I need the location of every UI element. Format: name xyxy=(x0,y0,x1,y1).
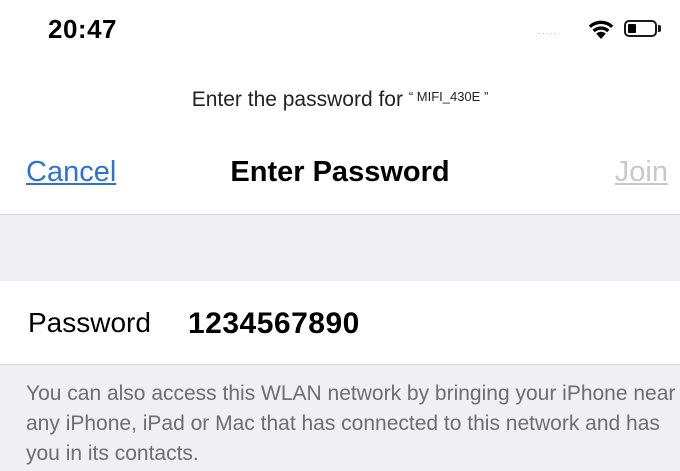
join-button[interactable]: Join xyxy=(615,156,668,189)
battery-level xyxy=(628,24,636,33)
cancel-button[interactable]: Cancel xyxy=(26,156,116,189)
footer-section: You can also access this WLAN network by… xyxy=(0,365,680,471)
prompt-text: Enter the password for xyxy=(191,88,409,111)
section-spacer xyxy=(0,215,680,281)
footer-note: You can also access this WLAN network by… xyxy=(26,382,676,465)
navigation-bar: Enter Password Cancel Join xyxy=(0,140,680,215)
password-field[interactable] xyxy=(188,307,648,341)
password-prompt: Enter the password for “ MIFI_430E ” xyxy=(0,88,680,112)
cellular-signal-icon: ..... xyxy=(538,26,557,37)
password-label: Password xyxy=(28,307,151,338)
battery-icon xyxy=(624,20,657,37)
wifi-icon xyxy=(587,18,615,45)
status-bar: 20:47 ..... xyxy=(0,0,680,60)
status-time: 20:47 xyxy=(48,14,117,44)
password-row[interactable]: Password xyxy=(0,281,680,365)
battery-cap xyxy=(658,25,661,32)
network-name: “ MIFI_430E ” xyxy=(408,89,489,104)
